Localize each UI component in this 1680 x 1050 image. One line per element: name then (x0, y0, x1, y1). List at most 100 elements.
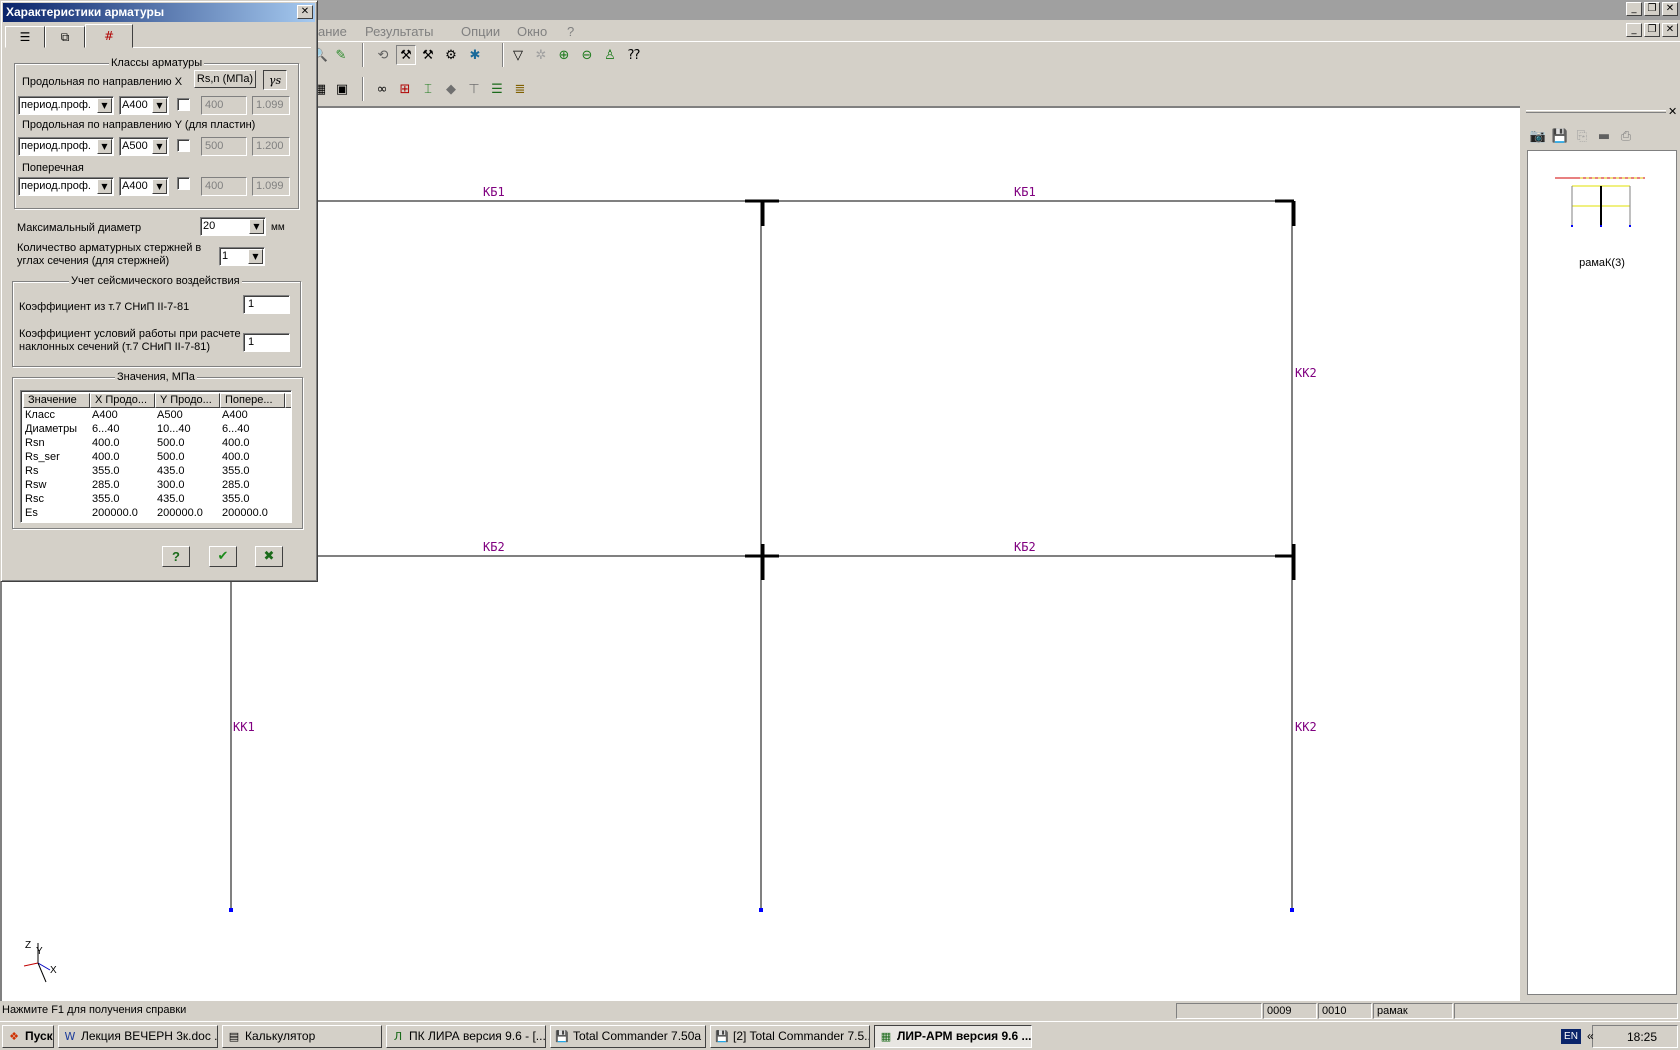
custom-checkbox-transverse[interactable] (177, 177, 190, 190)
taskbar-item-lir-arm[interactable]: ▦ ЛИР-АРМ версия 9.6 ... (874, 1025, 1032, 1048)
panel-close-icon[interactable]: ✕ (1668, 105, 1677, 118)
filter-icon[interactable]: ▽ (508, 45, 528, 65)
hammer-icon[interactable]: ⚒ (396, 45, 416, 65)
taskbar-item-total-commander[interactable]: 💾 Total Commander 7.50a ... (550, 1025, 706, 1048)
table-icon[interactable]: ☰ (487, 79, 507, 99)
menu-item-options[interactable]: Опции (461, 24, 500, 39)
minimize-icon[interactable]: _ (1626, 2, 1642, 16)
select-value: период.проф. (21, 99, 91, 111)
taskbar-item-total-commander-2[interactable]: 💾 [2] Total Commander 7.5... (710, 1025, 870, 1048)
clock[interactable]: 18:25 (1627, 1030, 1657, 1044)
max-diameter-select[interactable]: 20 ▼ (200, 217, 266, 236)
preview-list[interactable]: рамаК(3) (1527, 150, 1677, 995)
camera-icon[interactable]: 📷 (1528, 126, 1548, 146)
seismic-coef1-input[interactable]: 1 (243, 295, 290, 314)
type-select-x[interactable]: период.проф. ▼ (18, 96, 114, 115)
cell-x: 400.0 (92, 451, 120, 463)
filter-settings-icon[interactable]: ✱ (465, 45, 485, 65)
chevron-down-icon[interactable]: ▼ (152, 179, 167, 194)
ibeam-icon[interactable]: ⌶ (418, 79, 438, 99)
seismic-coef2-input[interactable]: 1 (243, 333, 290, 352)
taskbar-item-lira[interactable]: Л ПК ЛИРА версия 9.6 - [... (386, 1025, 546, 1048)
section-icon[interactable]: ⊞ (395, 79, 415, 99)
chevron-down-icon[interactable]: ▼ (152, 139, 167, 154)
reinforcement-dialog: Характеристики арматуры ✕ ☰ ⧉ # Классы а… (0, 0, 318, 582)
glasses-icon[interactable]: ∞ (372, 79, 392, 99)
cell-name: Rs (25, 465, 39, 477)
start-button[interactable]: ❖ Пуск (2, 1025, 54, 1048)
plate-icon[interactable]: ◆ (441, 79, 461, 99)
chevron-down-icon[interactable]: ▼ (97, 98, 112, 113)
gamma-button[interactable]: γs (263, 70, 287, 90)
hammer2-icon[interactable]: ⚒ (418, 45, 438, 65)
restore-icon[interactable]: ❐ (1644, 2, 1660, 16)
pencil-icon[interactable]: ✎ (331, 45, 351, 65)
tray-expand-icon[interactable]: « (1587, 1029, 1594, 1043)
column-header-y[interactable]: Y Продо... (155, 393, 220, 408)
dialog-title-bar[interactable]: Характеристики арматуры ✕ (3, 3, 315, 22)
save-icon[interactable]: 💾 (1550, 126, 1570, 146)
cell-transverse: 355.0 (222, 465, 250, 477)
close-icon[interactable]: ✕ (1662, 2, 1678, 16)
menu-item-results[interactable]: Результаты (365, 24, 433, 39)
chevron-down-icon[interactable]: ▼ (97, 179, 112, 194)
dialog-close-icon[interactable]: ✕ (297, 5, 313, 19)
column-header-transverse[interactable]: Попере... (220, 393, 285, 408)
tab-reinforcement[interactable]: # (85, 24, 133, 48)
cancel-button[interactable]: ✖ (255, 546, 283, 567)
class-select-x[interactable]: А400 ▼ (119, 96, 169, 115)
print-icon[interactable]: ⎙ (1616, 126, 1636, 146)
taskbar-item-word[interactable]: W Лекция ВЕЧЕРН 3к.doc ... (58, 1025, 218, 1048)
chevron-down-icon[interactable]: ▼ (248, 249, 263, 264)
label-kb2-right: КБ2 (1014, 540, 1036, 554)
tab-line (133, 47, 311, 48)
help-button[interactable]: ? (162, 546, 190, 567)
chevron-down-icon[interactable]: ▼ (97, 139, 112, 154)
class-select-y[interactable]: А500 ▼ (119, 137, 169, 156)
taskbar-item-label: ЛИР-АРМ версия 9.6 ... (897, 1029, 1032, 1043)
language-indicator[interactable]: EN (1561, 1029, 1581, 1044)
mdi-restore-icon[interactable]: ❐ (1644, 23, 1660, 37)
taskbar-item-calculator[interactable]: ▤ Калькулятор (222, 1025, 382, 1048)
custom-checkbox-x[interactable] (177, 98, 190, 111)
seismic-coef2-label: Коэффициент условий работы при расчете (19, 328, 241, 340)
zoom-in-icon[interactable]: ⊕ (554, 45, 574, 65)
label-kk2-upper: КК2 (1295, 366, 1317, 380)
t-section-icon[interactable]: ⊤ (464, 79, 484, 99)
class-select-transverse[interactable]: А400 ▼ (119, 177, 169, 196)
cell-name: Rs_ser (25, 451, 60, 463)
column-header-value[interactable]: Значение (23, 393, 90, 408)
type-select-y[interactable]: период.проф. ▼ (18, 137, 114, 156)
frame-thumbnail[interactable] (1550, 171, 1650, 231)
menu-item-view[interactable]: ание (318, 24, 347, 39)
panel-grip[interactable] (1526, 110, 1666, 113)
taskbar: ❖ Пуск W Лекция ВЕЧЕРН 3к.doc ... ▤ Каль… (0, 1021, 1680, 1050)
mdi-minimize-icon[interactable]: _ (1626, 23, 1642, 37)
tab-general[interactable]: ☰ (5, 26, 45, 48)
apply-button[interactable]: ✔ (209, 546, 237, 567)
menu-item-window[interactable]: Окно (517, 24, 547, 39)
rotate-icon[interactable]: ⟲ (373, 45, 393, 65)
menu-item-help[interactable]: ? (567, 24, 574, 39)
zoom-out-icon[interactable]: ⊖ (577, 45, 597, 65)
mdi-close-icon[interactable]: ✕ (1662, 23, 1678, 37)
copy-icon[interactable]: ⎘ (1572, 126, 1592, 146)
custom-checkbox-y[interactable] (177, 139, 190, 152)
snowflake-icon[interactable]: ✲ (531, 45, 551, 65)
rsn-button[interactable]: Rs,n (МПа) (194, 70, 256, 88)
chevron-down-icon[interactable]: ▼ (152, 98, 167, 113)
context-help-icon[interactable]: ⁇ (624, 45, 644, 65)
monitor-icon[interactable]: ▬ (1594, 126, 1614, 146)
type-select-transverse[interactable]: период.проф. ▼ (18, 177, 114, 196)
column-header-x[interactable]: X Продо... (90, 393, 155, 408)
seismic-coef2-label-2: наклонных сечений (т.7 СНиП II-7-81) (19, 341, 211, 353)
tool-icon[interactable]: ⚙ (441, 45, 461, 65)
chevron-down-icon[interactable]: ▼ (249, 219, 264, 234)
bars-in-corners-select[interactable]: 1 ▼ (219, 247, 265, 266)
values-list[interactable]: Значение X Продо... Y Продо... Попере...… (20, 390, 292, 523)
list-icon[interactable]: ≣ (510, 79, 530, 99)
taskbar-item-label: Total Commander 7.50a ... (573, 1029, 706, 1043)
marker-icon[interactable]: ♙ (600, 45, 620, 65)
tab-section[interactable]: ⧉ (45, 26, 85, 48)
layers-icon[interactable]: ▣ (332, 79, 352, 99)
